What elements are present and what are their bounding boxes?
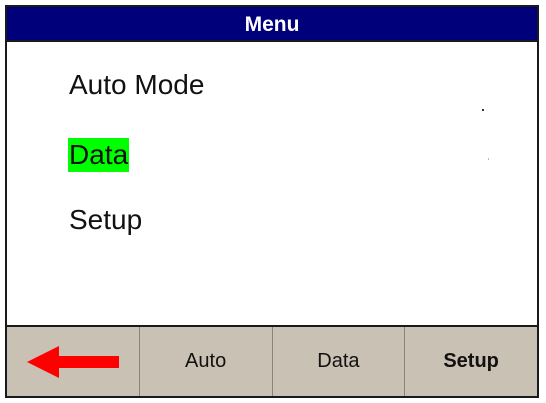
left-arrow-icon	[26, 345, 119, 378]
softkey-auto[interactable]: Auto	[140, 327, 273, 396]
menu-item-auto-mode[interactable]: Auto Mode	[68, 68, 205, 102]
menu-item-setup[interactable]: Setup	[68, 203, 143, 237]
screen-title: Menu	[7, 7, 537, 42]
menu-list: Auto Mode Data Setup	[7, 42, 537, 327]
menu-item-data[interactable]: Data	[68, 138, 130, 172]
back-button[interactable]	[7, 327, 140, 396]
screen-artifact	[482, 109, 484, 111]
device-screen: Menu Auto Mode Data Setup Auto Data Setu…	[5, 5, 539, 398]
softkey-bar: Auto Data Setup	[7, 325, 537, 396]
softkey-setup[interactable]: Setup	[405, 327, 537, 396]
screen-artifact	[488, 158, 489, 160]
softkey-data[interactable]: Data	[273, 327, 406, 396]
